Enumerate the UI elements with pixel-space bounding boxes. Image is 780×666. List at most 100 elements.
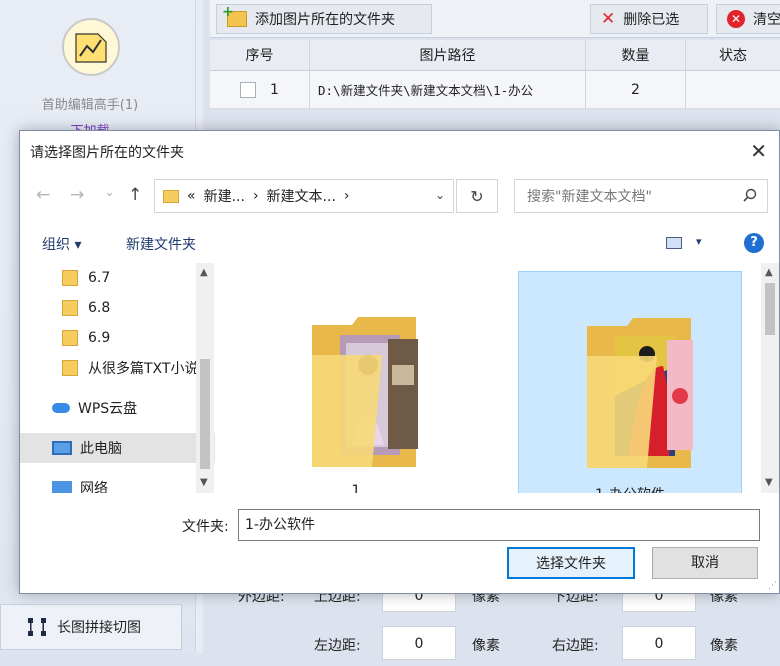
- back-arrow-icon[interactable]: ←: [36, 185, 50, 205]
- delete-selected-button[interactable]: ✕ 删除已选: [590, 4, 708, 34]
- header-path[interactable]: 图片路径: [310, 40, 586, 70]
- folder-with-photos-icon: [587, 318, 693, 468]
- tree-item-wps-cloud[interactable]: WPS云盘: [20, 393, 215, 423]
- up-arrow-icon[interactable]: ↑: [128, 185, 142, 205]
- tree-item[interactable]: 6.9: [20, 323, 215, 353]
- add-folder-label: 添加图片所在的文件夹: [255, 12, 395, 28]
- right-margin-input[interactable]: 0: [622, 626, 696, 660]
- scroll-thumb[interactable]: [200, 359, 210, 469]
- app-name: 首助编辑高手(1): [41, 98, 139, 113]
- help-icon[interactable]: ?: [744, 233, 764, 253]
- breadcrumb-separator[interactable]: ›: [253, 188, 259, 204]
- chart-logo-icon: [75, 33, 107, 63]
- chevron-down-icon[interactable]: ⌄: [435, 188, 445, 202]
- row-path: D:\新建文件夹\新建文本文档\1-办公: [310, 71, 586, 108]
- breadcrumb-item[interactable]: 新建...: [204, 186, 245, 206]
- scroll-up-icon[interactable]: ▲: [200, 267, 208, 278]
- right-margin-label: 右边距:: [552, 638, 599, 654]
- folder-tile[interactable]: 1: [244, 271, 468, 493]
- nav-long-image-stitch[interactable]: 长图拼接切图: [0, 604, 182, 650]
- tree-item-network[interactable]: 网络: [20, 473, 215, 493]
- tree-item[interactable]: 从很多篇TXT小说: [20, 353, 215, 383]
- stitch-icon: [28, 618, 46, 636]
- close-icon[interactable]: ✕: [750, 139, 767, 163]
- unit-label: 像素: [710, 638, 738, 654]
- scroll-down-icon[interactable]: ▼: [200, 477, 208, 488]
- cloud-icon: [52, 403, 70, 413]
- dialog-title: 请选择图片所在的文件夹: [30, 145, 184, 161]
- breadcrumb-item[interactable]: 新建文本...: [267, 186, 336, 206]
- table-row[interactable]: 1 D:\新建文件夹\新建文本文档\1-办公 2: [210, 71, 780, 109]
- refresh-icon: ↻: [470, 187, 484, 206]
- image-table: 序号 图片路径 数量 状态 1 D:\新建文件夹\新建文本文档\1-办公 2: [210, 40, 780, 109]
- view-icon[interactable]: [666, 237, 682, 249]
- folder-name-row: 文件夹: 1-办公软件: [20, 509, 779, 543]
- row-count: 2: [586, 71, 686, 108]
- search-placeholder: 搜索"新建文本文档": [527, 189, 652, 205]
- folder-icon: [62, 360, 78, 376]
- folder-icon: [62, 330, 78, 346]
- breadcrumb-overflow[interactable]: «: [187, 188, 196, 204]
- folder-name-label: 文件夹:: [182, 519, 229, 535]
- folder-tile-label: 1-办公软件: [519, 484, 741, 493]
- select-folder-button[interactable]: 选择文件夹: [507, 547, 635, 579]
- toolbar: 添加图片所在的文件夹 ✕ 删除已选 ✕ 清空: [210, 0, 780, 38]
- breadcrumb-separator[interactable]: ›: [344, 188, 350, 204]
- tree-item[interactable]: 6.8: [20, 293, 215, 323]
- folder-name-input[interactable]: 1-办公软件: [238, 509, 760, 541]
- tree-scrollbar[interactable]: ▲ ▼: [196, 263, 214, 493]
- delete-selected-label: 删除已选: [623, 12, 680, 28]
- file-view: 1 1-办公软件 ▲ ▼: [216, 263, 780, 493]
- tree-item-label: 6.9: [88, 330, 111, 346]
- search-icon: [743, 188, 757, 202]
- address-row: ← → ⌄ ↑ « 新建... › 新建文本... › ⌄ ↻ 搜索"新建文本文…: [20, 171, 779, 219]
- resize-grip-icon[interactable]: ⋰: [768, 581, 777, 591]
- add-folder-button[interactable]: 添加图片所在的文件夹: [216, 4, 432, 34]
- dialog-titlebar[interactable]: 请选择图片所在的文件夹 ✕: [20, 131, 779, 171]
- organize-menu[interactable]: 组织 ▾: [42, 234, 81, 254]
- header-count[interactable]: 数量: [586, 40, 686, 70]
- tree-item[interactable]: 6.7: [20, 263, 215, 293]
- folder-picker-dialog: 请选择图片所在的文件夹 ✕ ← → ⌄ ↑ « 新建... › 新建文本... …: [19, 130, 780, 594]
- refresh-button[interactable]: ↻: [456, 179, 498, 213]
- forward-arrow-icon[interactable]: →: [70, 185, 84, 205]
- computer-icon: [52, 441, 72, 455]
- cancel-button[interactable]: 取消: [652, 547, 758, 579]
- app-logo: [62, 18, 120, 76]
- clear-label: 清空: [753, 12, 780, 28]
- table-header: 序号 图片路径 数量 状态: [210, 40, 780, 71]
- folder-icon: [62, 300, 78, 316]
- tree-item-label: 6.7: [88, 270, 111, 286]
- folder-tile-selected[interactable]: 1-办公软件: [518, 271, 742, 493]
- view-dropdown[interactable]: ▾: [696, 235, 702, 248]
- network-icon: [52, 481, 72, 493]
- header-status[interactable]: 状态: [686, 40, 780, 70]
- search-input[interactable]: 搜索"新建文本文档": [514, 179, 768, 213]
- navigation-tree: 6.7 6.8 6.9 从很多篇TXT小说 WPS云盘 此电脑 网络 ▲ ▼: [20, 263, 215, 493]
- scroll-down-icon[interactable]: ▼: [765, 477, 773, 488]
- address-bar[interactable]: « 新建... › 新建文本... › ⌄: [154, 179, 454, 213]
- clear-icon: ✕: [727, 10, 745, 28]
- tree-item-label: 此电脑: [80, 441, 122, 457]
- clear-button[interactable]: ✕ 清空: [716, 4, 780, 34]
- scroll-thumb[interactable]: [765, 283, 775, 335]
- row-index-cell: 1: [210, 71, 310, 108]
- scroll-up-icon[interactable]: ▲: [765, 267, 773, 278]
- tree-item-label: 从很多篇TXT小说: [88, 361, 199, 377]
- tree-item-this-pc[interactable]: 此电脑: [20, 433, 215, 463]
- left-margin-input[interactable]: 0: [382, 626, 456, 660]
- header-index[interactable]: 序号: [210, 40, 310, 70]
- recent-locations-icon[interactable]: ⌄: [104, 185, 115, 200]
- row-status: [686, 71, 780, 108]
- folder-with-photos-icon: [312, 317, 418, 467]
- tree-item-label: 6.8: [88, 300, 111, 316]
- content-scrollbar[interactable]: ▲ ▼: [761, 263, 779, 493]
- folder-add-icon: [222, 4, 247, 27]
- folder-tile-label: 1: [351, 483, 361, 493]
- command-bar: 组织 ▾ 新建文件夹 ▾ ?: [20, 225, 779, 261]
- row-index: 1: [270, 81, 279, 98]
- row-checkbox[interactable]: [240, 81, 257, 98]
- folder-icon: [62, 270, 78, 286]
- unit-label: 像素: [472, 638, 500, 654]
- new-folder-button[interactable]: 新建文件夹: [126, 234, 196, 254]
